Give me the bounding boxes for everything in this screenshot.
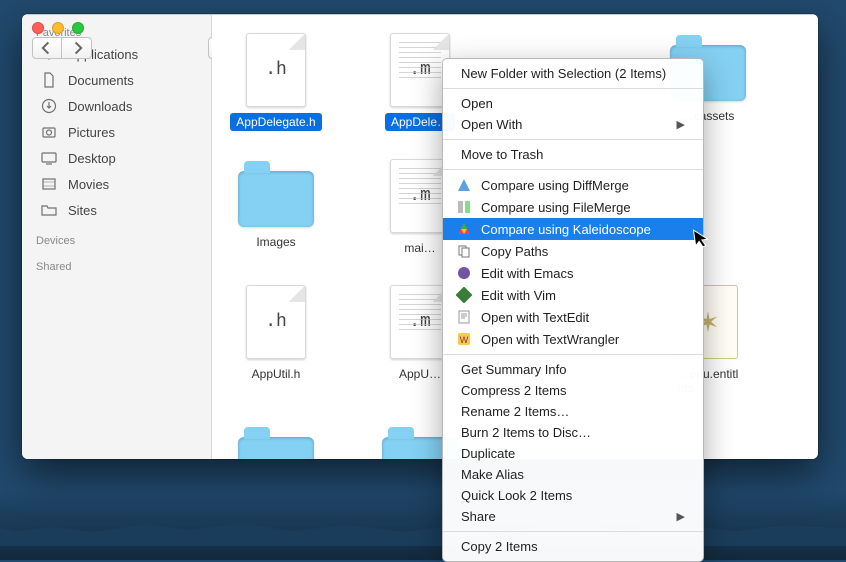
sidebar-item-desktop[interactable]: Desktop: [22, 145, 211, 171]
file-label: mai…: [398, 239, 441, 257]
submenu-arrow-icon: ▶: [677, 510, 685, 523]
menu-service-copy-paths[interactable]: Copy Paths: [443, 240, 703, 262]
chevron-left-icon: [40, 41, 54, 55]
context-menu: New Folder with Selection (2 Items) Open…: [442, 58, 704, 562]
file-item[interactable]: .h AppUtil.h: [224, 285, 328, 397]
menu-burn[interactable]: Burn 2 Items to Disc…: [443, 422, 703, 443]
file-label: AppU…: [393, 365, 447, 383]
sidebar-item-label: Pictures: [68, 125, 115, 140]
source-file-icon: .m: [390, 159, 450, 233]
close-window-button[interactable]: [32, 22, 44, 34]
header-file-icon: .h: [246, 33, 306, 107]
menu-copy-items[interactable]: Copy 2 Items: [443, 536, 703, 557]
menu-move-to-trash[interactable]: Move to Trash: [443, 144, 703, 165]
menu-service-diffmerge[interactable]: Compare using DiffMerge: [443, 174, 703, 196]
menu-make-alias[interactable]: Make Alias: [443, 464, 703, 485]
svg-text:W: W: [460, 335, 469, 345]
desktop-icon: [40, 149, 58, 167]
file-label: AppDelegate.h: [230, 113, 321, 131]
chevron-right-icon: [70, 41, 84, 55]
submenu-arrow-icon: ▶: [677, 118, 685, 131]
sidebar-item-label: Downloads: [68, 99, 132, 114]
sidebar-item-sites[interactable]: Sites: [22, 197, 211, 223]
menu-service-textwrangler[interactable]: W Open with TextWrangler: [443, 328, 703, 350]
minimize-window-button[interactable]: [52, 22, 64, 34]
folder-icon: [238, 171, 314, 227]
window-traffic-lights: [32, 22, 84, 34]
emacs-icon: [455, 265, 473, 281]
menu-service-emacs[interactable]: Edit with Emacs: [443, 262, 703, 284]
zoom-window-button[interactable]: [72, 22, 84, 34]
downloads-icon: [40, 97, 58, 115]
sidebar-section-devices: Devices: [22, 231, 211, 249]
sidebar-section-shared: Shared: [22, 257, 211, 275]
menu-duplicate[interactable]: Duplicate: [443, 443, 703, 464]
menu-share[interactable]: Share▶: [443, 506, 703, 527]
file-label: Images: [250, 233, 301, 251]
file-item[interactable]: .h AppDelegate.h: [224, 33, 328, 131]
pictures-icon: [40, 123, 58, 141]
file-label: AppUtil.h: [246, 365, 307, 383]
sidebar-item-label: Documents: [68, 73, 134, 88]
folder-icon: [40, 201, 58, 219]
forward-button[interactable]: [62, 37, 92, 59]
nav-buttons: [32, 37, 92, 59]
sidebar-item-label: Desktop: [68, 151, 116, 166]
torn-edge-decoration: [0, 490, 846, 560]
sidebar-item-label: Movies: [68, 177, 109, 192]
sidebar: Favorites Applications Documents Downloa…: [22, 15, 212, 459]
back-button[interactable]: [32, 37, 62, 59]
cursor-icon: [692, 227, 711, 254]
sidebar-item-documents[interactable]: Documents: [22, 67, 211, 93]
menu-new-folder-selection[interactable]: New Folder with Selection (2 Items): [443, 63, 703, 84]
sidebar-item-downloads[interactable]: Downloads: [22, 93, 211, 119]
sidebar-item-movies[interactable]: Movies: [22, 171, 211, 197]
document-icon: [40, 71, 58, 89]
vim-icon: [455, 287, 473, 303]
menu-open-with[interactable]: Open With▶: [443, 114, 703, 135]
folder-icon: [238, 437, 314, 459]
kaleidoscope-icon: [455, 221, 473, 237]
header-file-icon: .h: [246, 285, 306, 359]
menu-compress[interactable]: Compress 2 Items: [443, 380, 703, 401]
source-file-icon: .m: [390, 33, 450, 107]
sidebar-item-label: Sites: [68, 203, 97, 218]
folder-item[interactable]: Images: [224, 159, 328, 257]
menu-quick-look[interactable]: Quick Look 2 Items: [443, 485, 703, 506]
folder-item[interactable]: [224, 425, 328, 459]
menu-service-kaleidoscope[interactable]: Compare using Kaleidoscope: [443, 218, 703, 240]
menu-service-filemerge[interactable]: Compare using FileMerge: [443, 196, 703, 218]
menu-open[interactable]: Open: [443, 93, 703, 114]
diffmerge-icon: [455, 177, 473, 193]
movies-icon: [40, 175, 58, 193]
filemerge-icon: [455, 199, 473, 215]
sidebar-item-pictures[interactable]: Pictures: [22, 119, 211, 145]
menu-service-textedit[interactable]: Open with TextEdit: [443, 306, 703, 328]
menu-service-vim[interactable]: Edit with Vim: [443, 284, 703, 306]
textedit-icon: [455, 309, 473, 325]
source-file-icon: .m: [390, 285, 450, 359]
textwrangler-icon: W: [455, 331, 473, 347]
menu-rename[interactable]: Rename 2 Items…: [443, 401, 703, 422]
menu-get-summary-info[interactable]: Get Summary Info: [443, 359, 703, 380]
copy-icon: [455, 243, 473, 259]
